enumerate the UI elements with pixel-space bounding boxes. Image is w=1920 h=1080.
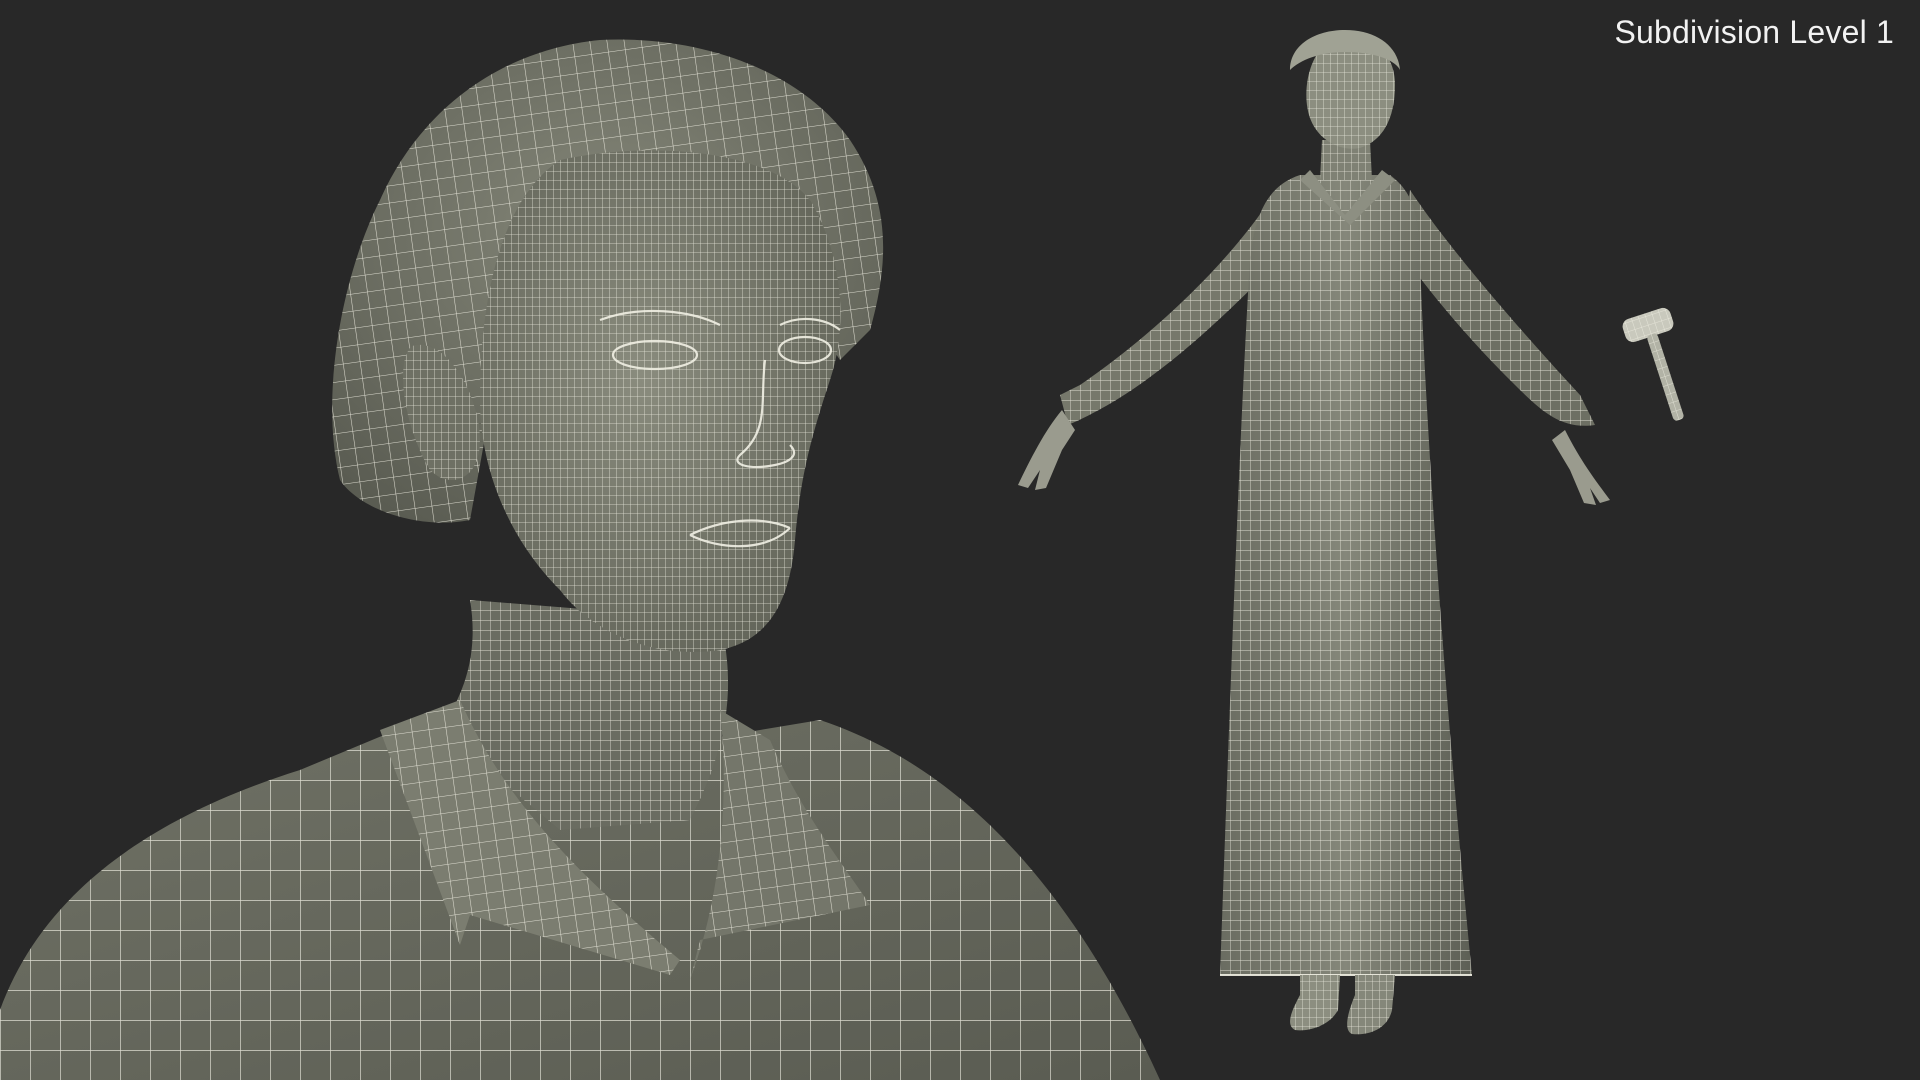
figure-right-hand [1552,430,1610,505]
full-body-figure [1018,30,1610,1035]
closeup-bust [0,39,1160,1080]
figure-left-hand [1018,410,1075,490]
gavel-prop [1622,307,1684,421]
subdivision-level-label: Subdivision Level 1 [1614,14,1894,50]
wireframe-render-scene [0,30,1684,1080]
render-viewport: Subdivision Level 1 [0,0,1920,1080]
